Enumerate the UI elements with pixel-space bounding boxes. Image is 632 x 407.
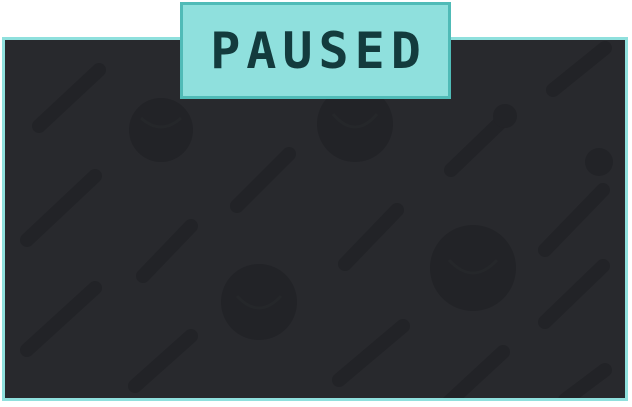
capsule-icon [32,63,106,133]
ball-icon [430,225,516,311]
ball-icon [129,98,193,162]
capsule-icon [338,203,404,271]
paused-banner: PAUSED [180,2,451,99]
capsule-icon [20,281,102,357]
bolt-icon [493,104,517,128]
bolt-icon [444,111,512,177]
capsule-icon [558,363,612,398]
capsule-icon [20,169,102,247]
capsule-icon [443,345,510,398]
capsule-icon [128,329,198,393]
ball-icon [221,264,297,340]
capsule-icon [546,41,612,97]
capsule-icon [538,183,610,257]
bolt-icon [585,148,613,176]
paused-title: PAUSED [210,21,427,80]
capsule-icon [332,319,410,387]
capsule-icon [538,259,610,329]
capsule-icon [136,219,198,283]
capsule-icon [230,147,296,213]
